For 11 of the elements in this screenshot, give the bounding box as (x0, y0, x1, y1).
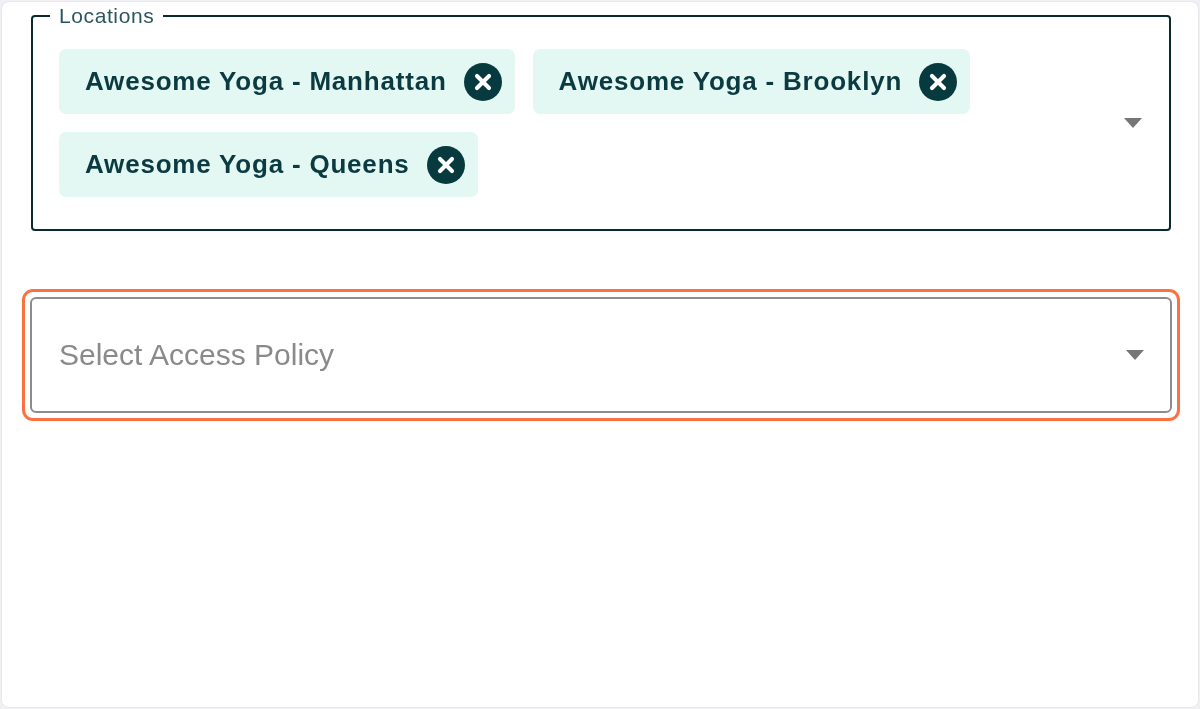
select-field[interactable]: Select Access Policy (30, 297, 1172, 413)
field-label: Locations (58, 5, 156, 27)
location-name: Awesome Yoga - Manhattan (85, 66, 447, 97)
caret-down-icon[interactable] (1124, 118, 1142, 128)
location-name: Awesome Yoga - Brooklyn (558, 66, 903, 97)
multi-select-field[interactable]: Locations Awesome Yoga - Manhattan Awesome Yoga - Brooklyn Awesome Yoga - Queens (31, 5, 1171, 231)
close-icon[interactable] (463, 62, 502, 101)
location-name: Awesome Yoga - Queens (85, 149, 410, 180)
caret-down-icon[interactable] (1126, 350, 1144, 360)
close-icon[interactable] (919, 62, 958, 101)
close-icon[interactable] (426, 145, 465, 184)
